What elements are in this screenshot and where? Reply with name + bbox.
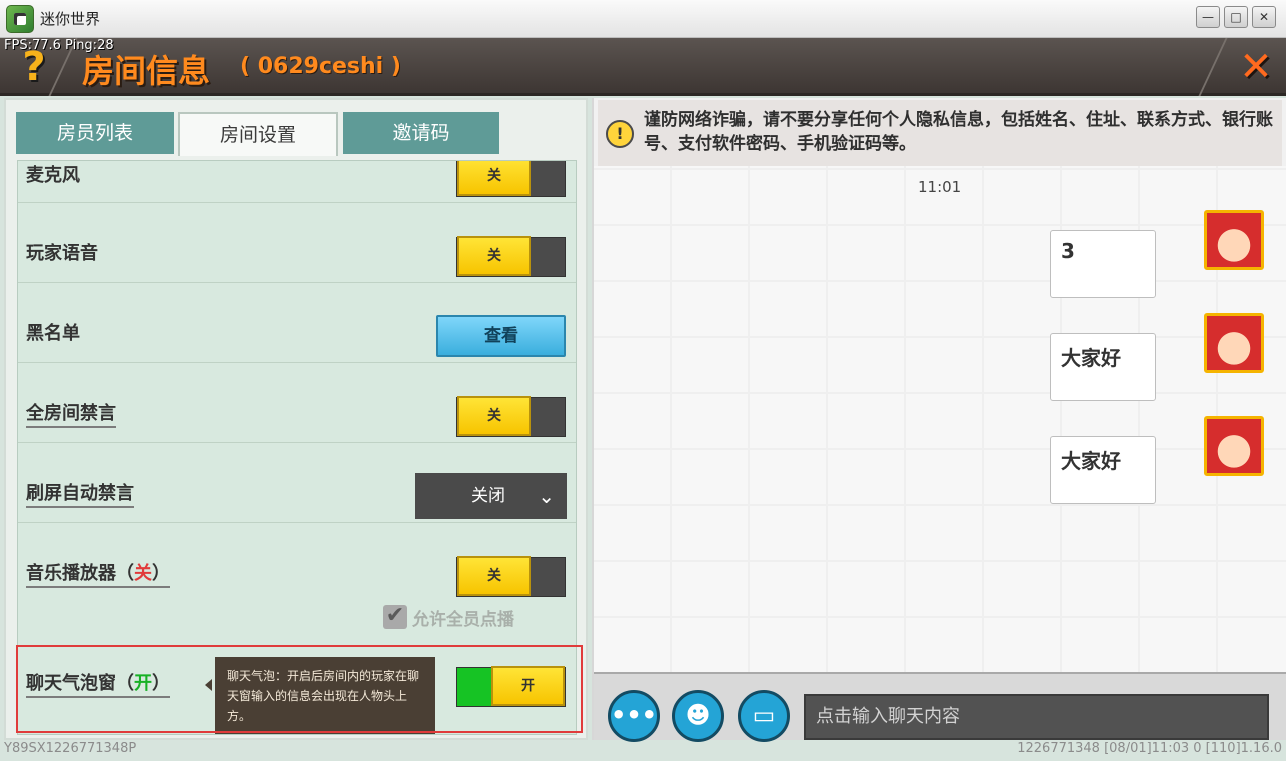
tab-member-list[interactable]: 房员列表 (16, 112, 174, 154)
chat-input-bar: ••• ☻ ▭ 点击输入聊天内容 (594, 672, 1286, 742)
allow-all-checkbox[interactable]: ✔ (383, 605, 407, 629)
toggle-knob: 关 (457, 161, 531, 196)
maximize-button[interactable]: □ (1224, 6, 1248, 28)
avatar[interactable] (1204, 416, 1264, 476)
setting-row-auto-mute: 刷屏自动禁言 关闭 ⌄ (18, 443, 576, 523)
game-app-icon (6, 5, 34, 33)
header-divider-right (1198, 38, 1228, 96)
footer-player-id: Y89SX1226771348P (4, 741, 137, 756)
setting-label: 麦克风 (26, 165, 80, 186)
view-blacklist-button[interactable]: 查看 (436, 315, 566, 357)
chevron-down-icon: ⌄ (538, 484, 555, 508)
allow-all-label: 允许全员点播 (412, 610, 514, 630)
setting-label: 刷屏自动禁言 (26, 479, 134, 508)
setting-label: 黑名单 (26, 323, 80, 344)
warning-icon: ! (606, 120, 634, 148)
mute-all-toggle[interactable]: 关 (456, 396, 566, 437)
tab-invite-code[interactable]: 邀请码 (343, 112, 499, 154)
chat-log[interactable]: 11:01 3 大家好 大家好 (594, 166, 1286, 672)
mic-toggle[interactable]: 关 (456, 161, 566, 197)
setting-label: 音乐播放器（关） (26, 559, 170, 588)
auto-mute-dropdown[interactable]: 关闭 ⌄ (415, 473, 567, 519)
game-window: 迷你世界 — □ ✕ ? 房间信息 ( 0629ceshi ) ✕ FPS:77… (0, 0, 1286, 761)
tab-room-settings[interactable]: 房间设置 (178, 112, 338, 156)
window-close-button[interactable]: ✕ (1252, 6, 1276, 28)
toggle-knob: 关 (457, 236, 531, 276)
chat-panel: ! 谨防网络诈骗，请不要分享任何个人隐私信息，包括姓名、住址、联系方式、银行账号… (592, 98, 1286, 742)
avatar[interactable] (1204, 313, 1264, 373)
setting-row-player-voice: 玩家语音 关 (18, 203, 576, 283)
fps-readout: FPS:77.6 Ping:28 (4, 38, 114, 53)
window-titlebar: 迷你世界 — □ ✕ (0, 0, 1286, 38)
setting-row-mic: 麦克风 关 (18, 161, 576, 203)
close-icon[interactable]: ✕ (1226, 38, 1286, 96)
music-player-toggle[interactable]: 关 (456, 556, 566, 597)
music-player-label-close: ） (152, 563, 170, 584)
setting-label: 全房间禁言 (26, 399, 116, 428)
chat-background-pattern (594, 166, 1286, 672)
emoji-button[interactable]: ☻ (672, 690, 724, 742)
app-title: 迷你世界 (40, 10, 101, 28)
minimize-button[interactable]: — (1196, 6, 1220, 28)
settings-panel: 房员列表 房间设置 邀请码 麦克风 关 玩家语音 关 黑名单 查看 全房间禁言 … (4, 98, 588, 740)
room-name: ( 0629ceshi ) (240, 54, 401, 79)
more-options-button[interactable]: ••• (608, 690, 660, 742)
bubble-style-button[interactable]: ▭ (738, 690, 790, 742)
avatar[interactable] (1204, 210, 1264, 270)
chat-message: 大家好 (1050, 333, 1156, 401)
toggle-knob: 关 (457, 556, 531, 596)
chat-message: 3 (1050, 230, 1156, 298)
fraud-notice: ! 谨防网络诈骗，请不要分享任何个人隐私信息，包括姓名、住址、联系方式、银行账号… (598, 100, 1282, 166)
window-controls: — □ ✕ (1196, 6, 1276, 28)
music-player-label: 音乐播放器（ (26, 563, 134, 584)
player-voice-toggle[interactable]: 关 (456, 236, 566, 277)
chat-input[interactable]: 点击输入聊天内容 (804, 694, 1269, 740)
dropdown-value: 关闭 (471, 486, 505, 506)
footer-version-info: 1226771348 [08/01]11:03 0 [110]1.16.0 (1017, 741, 1282, 756)
highlight-box (16, 645, 583, 733)
setting-label: 玩家语音 (26, 243, 98, 264)
setting-row-music-player: 音乐播放器（关） 关 ✔ 允许全员点播 (18, 523, 576, 633)
room-info-header: ? 房间信息 ( 0629ceshi ) ✕ (0, 38, 1286, 96)
toggle-knob: 关 (457, 396, 531, 436)
music-player-state: 关 (134, 563, 152, 584)
notice-text: 谨防网络诈骗，请不要分享任何个人隐私信息，包括姓名、住址、联系方式、银行账号、支… (644, 110, 1273, 154)
setting-row-mute-all: 全房间禁言 关 (18, 363, 576, 443)
setting-row-blacklist: 黑名单 查看 (18, 283, 576, 363)
chat-timestamp: 11:01 (918, 178, 962, 196)
chat-message: 大家好 (1050, 436, 1156, 504)
